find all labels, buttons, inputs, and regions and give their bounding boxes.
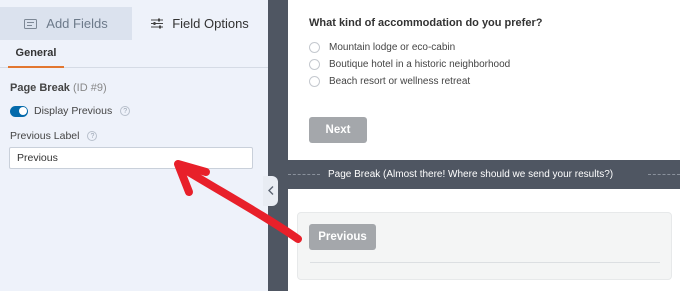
help-icon[interactable]: ?: [87, 131, 98, 141]
display-previous-label: Display Previous: [34, 105, 113, 117]
previous-label-input[interactable]: [9, 147, 253, 169]
collapse-panel-button[interactable]: [263, 176, 278, 206]
radio-option-label: Mountain lodge or eco-cabin: [329, 42, 456, 53]
page-break-dashed-line: [648, 174, 680, 175]
field-title: Page Break (ID #9): [10, 82, 107, 94]
question-label: What kind of accommodation do you prefer…: [309, 17, 543, 29]
previous-label-text: Previous Label: [10, 130, 80, 142]
panel-tabs: Add Fields Field Options: [0, 7, 268, 40]
display-previous-toggle[interactable]: [10, 105, 28, 117]
radio-button[interactable]: [309, 59, 320, 70]
field-id: (ID #9): [73, 82, 107, 94]
page-break-dashed-line: [288, 174, 320, 175]
tab-add-fields-label: Add Fields: [46, 16, 108, 31]
add-fields-icon: [24, 18, 38, 29]
tab-add-fields[interactable]: Add Fields: [0, 7, 132, 40]
form-preview: What kind of accommodation do you prefer…: [288, 0, 680, 291]
previous-label-heading: Previous Label ?: [10, 130, 98, 142]
chevron-left-icon: [267, 182, 274, 200]
radio-button[interactable]: [309, 42, 320, 53]
help-icon[interactable]: ?: [120, 106, 131, 116]
field-options-panel: Add Fields Field Options General Page Br…: [0, 0, 268, 291]
radio-option[interactable]: Boutique hotel in a historic neighborhoo…: [309, 56, 510, 73]
page-break-text: Page Break (Almost there! Where should w…: [328, 169, 614, 180]
sliders-icon: [151, 18, 164, 29]
field-name: Page Break: [10, 82, 70, 94]
radio-option-label: Boutique hotel in a historic neighborhoo…: [329, 59, 511, 70]
divider-line: [310, 262, 660, 263]
tab-field-options-label: Field Options: [172, 16, 249, 31]
option-subtabs: General: [0, 40, 268, 68]
radio-option[interactable]: Mountain lodge or eco-cabin: [309, 39, 510, 56]
radio-option[interactable]: Beach resort or wellness retreat: [309, 73, 510, 90]
page-break-bar[interactable]: Page Break (Almost there! Where should w…: [288, 160, 680, 189]
subtab-general[interactable]: General: [8, 40, 64, 68]
panel-divider: [268, 0, 288, 291]
radio-options: Mountain lodge or eco-cabin Boutique hot…: [309, 39, 510, 90]
next-button[interactable]: Next: [309, 117, 367, 143]
tab-field-options[interactable]: Field Options: [132, 7, 268, 40]
display-previous-row: Display Previous ?: [10, 105, 131, 117]
radio-button[interactable]: [309, 76, 320, 87]
previous-button[interactable]: Previous: [309, 224, 376, 250]
radio-option-label: Beach resort or wellness retreat: [329, 76, 471, 87]
